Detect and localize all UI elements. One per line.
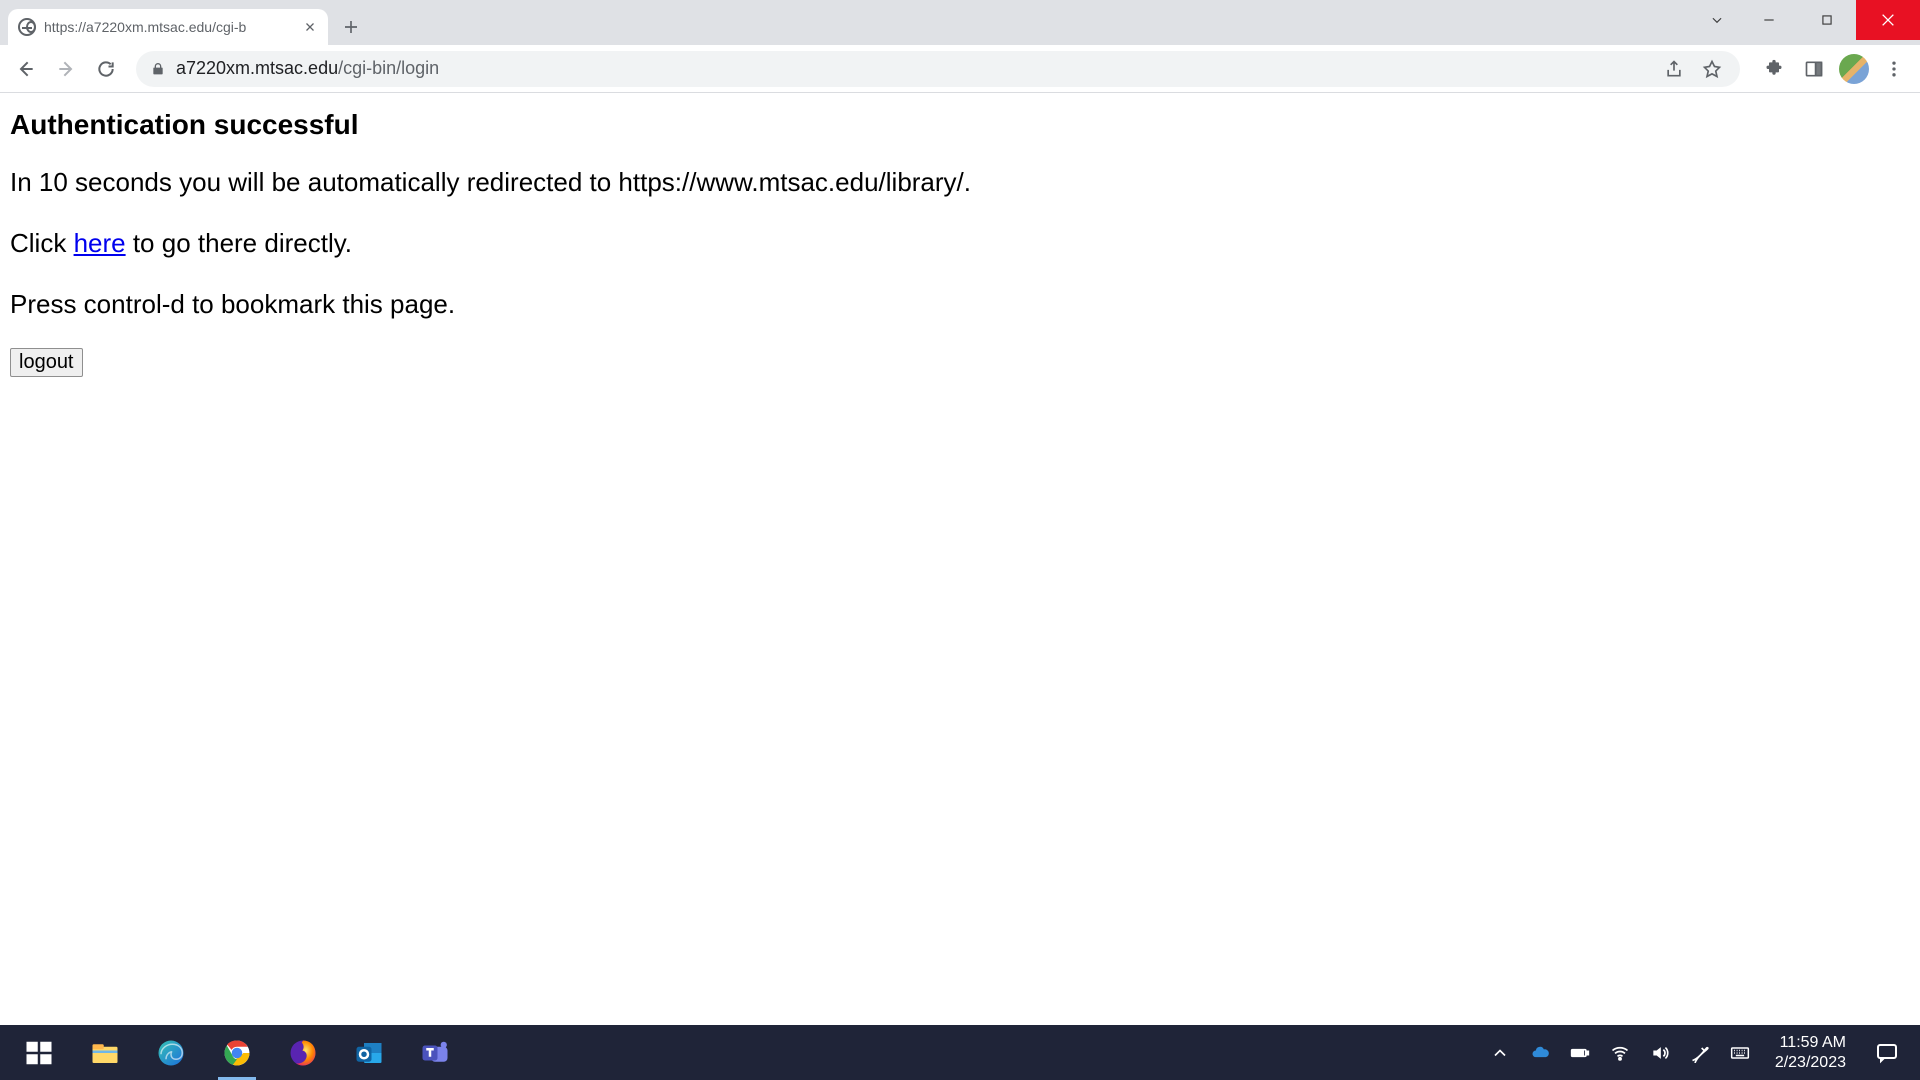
redirect-paragraph: In 10 seconds you will be automatically … — [10, 165, 1910, 200]
back-button[interactable] — [8, 51, 44, 87]
file-explorer-taskbar-icon[interactable] — [72, 1025, 138, 1080]
forward-button[interactable] — [48, 51, 84, 87]
url-host: a7220xm.mtsac.edu — [176, 58, 338, 78]
close-tab-button[interactable] — [302, 19, 318, 35]
edge-taskbar-icon[interactable] — [138, 1025, 204, 1080]
browser-tab-strip: https://a7220xm.mtsac.edu/cgi-b — [0, 0, 1920, 45]
lock-icon — [150, 61, 166, 77]
chrome-taskbar-icon[interactable] — [204, 1025, 270, 1080]
tray-overflow-button[interactable] — [1489, 1042, 1511, 1064]
page-body: Authentication successful In 10 seconds … — [0, 93, 1920, 387]
tab-search-button[interactable] — [1694, 0, 1740, 40]
click-prefix: Click — [10, 228, 74, 258]
windows-taskbar: 11:59 AM 2/23/2023 — [0, 1025, 1920, 1080]
clock-time: 11:59 AM — [1775, 1033, 1846, 1053]
firefox-taskbar-icon[interactable] — [270, 1025, 336, 1080]
clock-date: 2/23/2023 — [1775, 1053, 1846, 1073]
tab-title: https://a7220xm.mtsac.edu/cgi-b — [44, 19, 294, 35]
avatar-image — [1839, 54, 1869, 84]
address-bar[interactable]: a7220xm.mtsac.edu/cgi-bin/login — [136, 51, 1740, 87]
outlook-taskbar-icon[interactable] — [336, 1025, 402, 1080]
new-tab-button[interactable] — [336, 12, 366, 42]
keyboard-tray-icon[interactable] — [1729, 1042, 1751, 1064]
pen-tray-icon[interactable] — [1689, 1042, 1711, 1064]
browser-tab-active[interactable]: https://a7220xm.mtsac.edu/cgi-b — [8, 9, 328, 45]
globe-icon — [18, 18, 36, 36]
action-center-button[interactable] — [1864, 1025, 1910, 1080]
share-button[interactable] — [1660, 55, 1688, 83]
click-paragraph: Click here to go there directly. — [10, 226, 1910, 261]
here-link[interactable]: here — [74, 228, 126, 258]
start-button[interactable] — [6, 1025, 72, 1080]
system-tray: 11:59 AM 2/23/2023 — [1489, 1025, 1914, 1080]
url-path: /cgi-bin/login — [338, 58, 439, 78]
side-panel-button[interactable] — [1796, 51, 1832, 87]
logout-button[interactable]: logout — [10, 348, 83, 377]
chrome-menu-button[interactable] — [1876, 51, 1912, 87]
extensions-button[interactable] — [1756, 51, 1792, 87]
window-minimize-button[interactable] — [1740, 0, 1798, 40]
taskbar-clock[interactable]: 11:59 AM 2/23/2023 — [1775, 1033, 1846, 1073]
battery-tray-icon[interactable] — [1569, 1042, 1591, 1064]
onedrive-tray-icon[interactable] — [1529, 1042, 1551, 1064]
bookmark-star-button[interactable] — [1698, 55, 1726, 83]
volume-tray-icon[interactable] — [1649, 1042, 1671, 1064]
window-maximize-button[interactable] — [1798, 0, 1856, 40]
page-heading: Authentication successful — [10, 109, 1910, 141]
url-text: a7220xm.mtsac.edu/cgi-bin/login — [176, 58, 1650, 79]
window-controls — [1694, 0, 1920, 40]
teams-taskbar-icon[interactable] — [402, 1025, 468, 1080]
profile-avatar[interactable] — [1836, 51, 1872, 87]
browser-toolbar: a7220xm.mtsac.edu/cgi-bin/login — [0, 45, 1920, 93]
reload-button[interactable] — [88, 51, 124, 87]
click-suffix: to go there directly. — [126, 228, 352, 258]
bookmark-paragraph: Press control-d to bookmark this page. — [10, 287, 1910, 322]
window-close-button[interactable] — [1856, 0, 1920, 40]
wifi-tray-icon[interactable] — [1609, 1042, 1631, 1064]
